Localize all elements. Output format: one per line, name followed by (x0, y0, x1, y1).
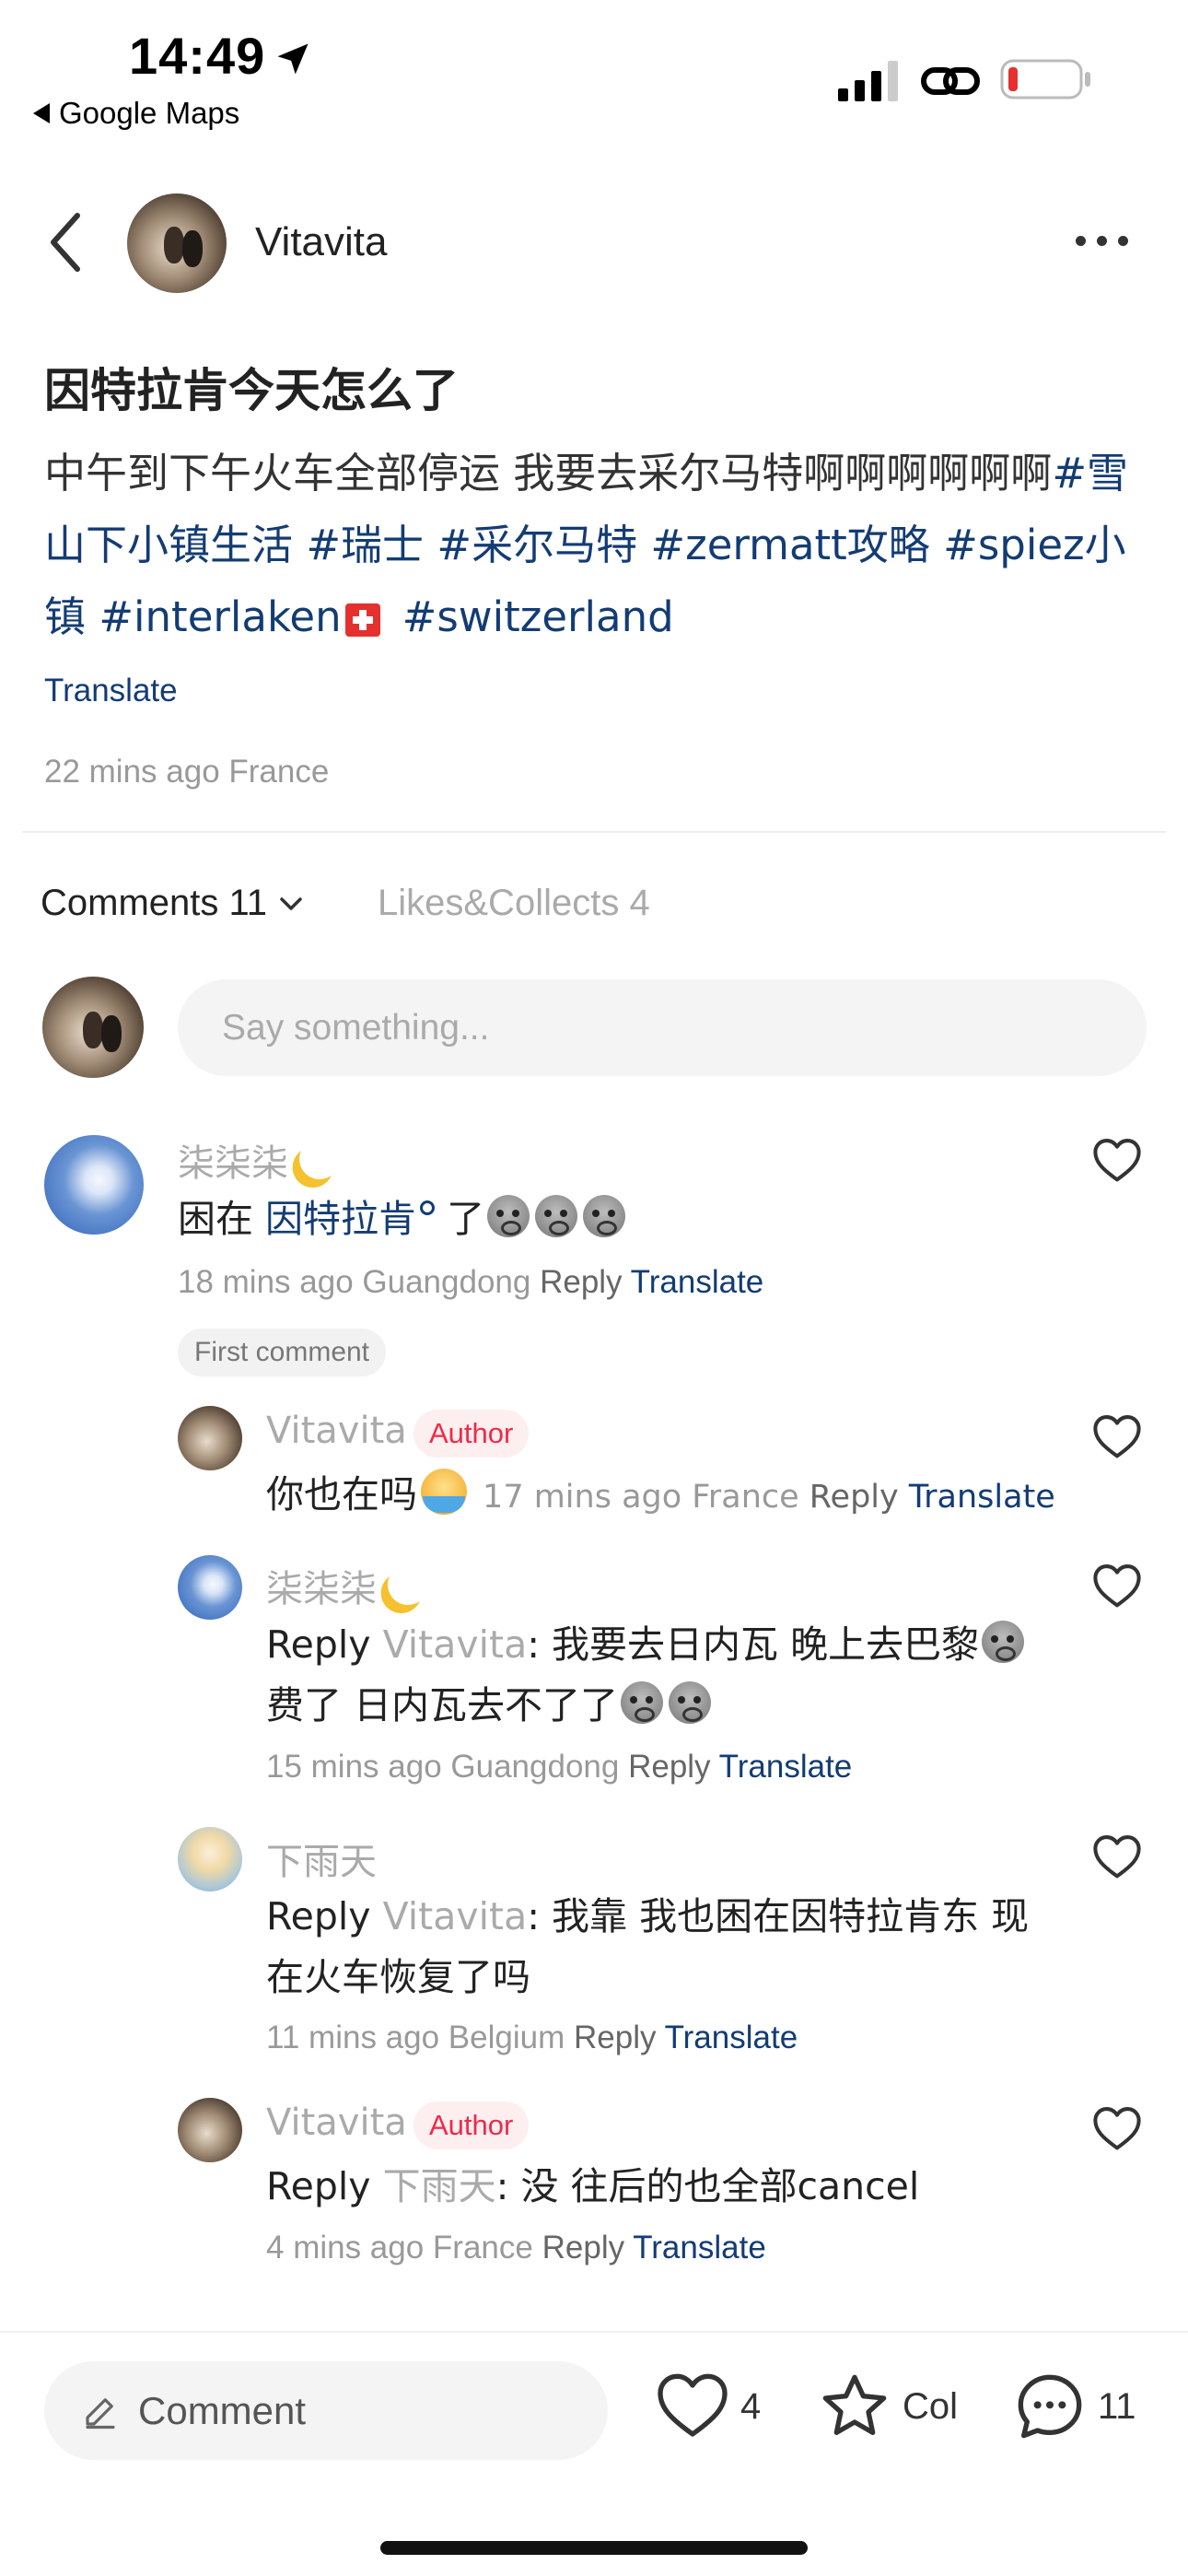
reply-button[interactable]: Reply (809, 1479, 899, 1516)
star-icon (822, 2374, 887, 2435)
reply-to-user[interactable]: Vitavita (383, 1622, 528, 1667)
chevron-down-icon (280, 896, 302, 910)
comment-meta: 11 mins ago Belgium Reply Translate (266, 2020, 798, 2055)
author-avatar[interactable] (127, 193, 227, 293)
hashtag[interactable]: #switzerland (402, 592, 674, 641)
chat-bubble-icon (1018, 2374, 1082, 2439)
tab-likes-collects[interactable]: Likes&Collects 4 (378, 883, 650, 924)
translate-link[interactable]: Translate (665, 2020, 798, 2055)
comment-meta: 4 mins ago France Reply Translate (266, 2230, 766, 2266)
comment-text: 你也在吗 17 mins ago France Reply Translate (266, 1464, 1055, 1528)
reply-button[interactable]: Reply (540, 1264, 622, 1300)
my-avatar (42, 977, 144, 1078)
comments-button[interactable]: 11 (1013, 2370, 1136, 2443)
moon-emoji-icon (382, 1559, 434, 1610)
battery-icon (1000, 59, 1090, 100)
crying-emoji-icon (421, 1469, 467, 1515)
heart-icon[interactable] (1092, 1413, 1142, 1459)
comment-meta: 15 mins ago Guangdong Reply Translate (266, 1749, 853, 1785)
comments-count: 11 (1098, 2385, 1136, 2427)
like-button[interactable]: 4 (656, 2370, 761, 2443)
author-badge: Author (413, 2102, 530, 2149)
comment-label: Comment (138, 2388, 307, 2432)
moon-emoji-icon (294, 1133, 345, 1185)
comment-input-button[interactable]: Comment (44, 2361, 608, 2460)
hashtag[interactable]: #zermatt攻略 (650, 521, 929, 569)
sad-emoji-icon (669, 1681, 712, 1724)
commenter-name[interactable]: 柒柒柒 (266, 1559, 428, 1612)
pencil-icon (86, 2397, 115, 2429)
comment-text: 困在 因特拉肯 了 (178, 1188, 628, 1249)
heart-icon[interactable] (1092, 1833, 1142, 1879)
commenter-name[interactable]: Vitavita (266, 2102, 407, 2144)
sad-emoji-icon (982, 1621, 1025, 1663)
hashtag[interactable]: #interlaken (99, 592, 341, 641)
back-triangle-icon (33, 103, 50, 123)
reply-to-user[interactable]: 下雨天 (383, 2164, 496, 2208)
commenter-avatar[interactable] (44, 1135, 144, 1235)
collect-button[interactable]: Col (818, 2370, 958, 2443)
commenter-avatar[interactable] (178, 1406, 242, 1470)
sad-emoji-icon (583, 1195, 626, 1237)
commenter-name[interactable]: 柒柒柒 (178, 1133, 340, 1187)
post-body: 中午到下午火车全部停运 我要去采尔马特啊啊啊啊啊啊#雪山下小镇生活 #瑞士 #采… (44, 438, 1149, 653)
author-badge: Author (413, 1410, 530, 1458)
post-body-text: 中午到下午火车全部停运 我要去采尔马特啊啊啊啊啊啊 (44, 449, 1053, 498)
post-meta: 22 mins ago France (44, 754, 330, 790)
commenter-name[interactable]: 下雨天 (266, 1832, 377, 1885)
signal-icon (838, 61, 898, 101)
tab-comments[interactable]: Comments 11 (41, 883, 304, 924)
hashtag[interactable]: #瑞士 (306, 521, 424, 569)
swiss-flag-icon (344, 603, 380, 637)
heart-icon[interactable] (1092, 1137, 1142, 1183)
more-icon[interactable] (1076, 236, 1128, 246)
collect-label: Col (903, 2385, 959, 2427)
search-icon (420, 1200, 436, 1215)
translate-link[interactable]: Translate (633, 2230, 766, 2266)
divider (22, 831, 1166, 833)
back-chevron-icon[interactable] (44, 210, 90, 275)
first-comment-badge: First comment (178, 1329, 387, 1376)
heart-icon[interactable] (1092, 2105, 1142, 2151)
comment-text: Reply 下雨天: 没 往后的也全部cancel (266, 2164, 920, 2208)
heart-icon (658, 2373, 728, 2437)
location-arrow-icon (277, 43, 309, 75)
link-icon (921, 67, 980, 95)
reply-button[interactable]: Reply (628, 1749, 710, 1785)
post-title: 因特拉肯今天怎么了 (44, 364, 459, 417)
hashtag[interactable]: #采尔马特 (437, 521, 637, 569)
sad-emoji-icon (621, 1681, 664, 1724)
tab-comments-label: Comments 11 (41, 883, 268, 923)
status-time: 14:49 (129, 27, 266, 85)
say-something-input[interactable]: Say something... (178, 979, 1147, 1076)
home-indicator[interactable] (380, 2541, 808, 2555)
sad-emoji-icon (535, 1195, 578, 1237)
reply-to-user[interactable]: Vitavita (383, 1894, 528, 1938)
translate-link[interactable]: Translate (631, 1264, 764, 1300)
comment-meta: 18 mins ago Guangdong Reply Translate (178, 1264, 764, 1300)
like-count: 4 (740, 2385, 762, 2427)
back-app-label: Google Maps (59, 96, 240, 130)
commenter-name[interactable]: Vitavita (266, 1410, 407, 1452)
translate-link[interactable]: Translate (909, 1479, 1055, 1516)
back-to-app-link[interactable]: Google Maps (33, 96, 239, 131)
post-translate-link[interactable]: Translate (44, 673, 178, 709)
translate-link[interactable]: Translate (719, 1749, 853, 1785)
commenter-avatar[interactable] (178, 2098, 242, 2162)
bottom-divider (0, 2331, 1188, 2333)
comment-text: Reply Vitavita: 我靠 我也困在因特拉肯东 现在火车恢复了吗 (266, 1894, 1030, 1999)
place-link[interactable]: 因特拉肯 (265, 1197, 416, 1241)
comment-text: Reply Vitavita: 我要去日内瓦 晚上去巴黎 费了 日内瓦去不了了 (266, 1614, 1027, 1736)
commenter-avatar[interactable] (178, 1555, 242, 1620)
commenter-avatar[interactable] (178, 1827, 242, 1891)
reply-button[interactable]: Reply (574, 2020, 656, 2055)
sad-emoji-icon (487, 1195, 530, 1237)
reply-button[interactable]: Reply (542, 2230, 624, 2266)
heart-icon[interactable] (1092, 1563, 1142, 1609)
author-name[interactable]: Vitavita (255, 219, 388, 265)
